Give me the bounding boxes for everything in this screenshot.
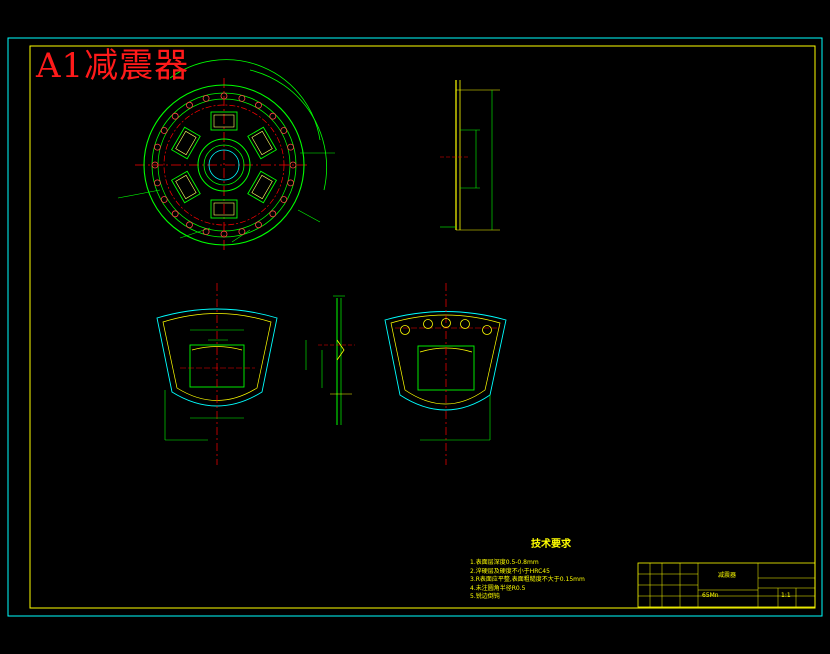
segment-front-view-left	[156, 283, 278, 465]
segment-side-profile	[305, 295, 355, 425]
title-block-material: 65Mn	[702, 592, 719, 599]
rivet-hole	[255, 101, 262, 109]
cad-drawing-canvas	[7, 37, 823, 617]
drawing-title: A1减震器	[36, 46, 190, 86]
tech-requirement-item: 5.锐边倒钝	[470, 593, 500, 600]
rivet-hole	[280, 127, 288, 134]
rivet-hole	[287, 143, 295, 151]
rivet-hole	[160, 127, 168, 134]
rivet-hole	[186, 101, 193, 109]
segment-hole	[423, 319, 433, 329]
rivet-hole	[186, 221, 193, 229]
rivet-hole	[280, 196, 288, 203]
title-block-part-name: 减震器	[718, 572, 737, 579]
rivet-hole	[238, 228, 246, 236]
rivet-hole	[153, 143, 161, 151]
rivet-hole	[160, 196, 168, 203]
segment-hole	[460, 319, 470, 329]
rivet-hole	[171, 210, 179, 218]
tech-requirements-list: 1.表面层深度0.5-0.8mm 2.淬硬层及硬度不小于HRC45 3.R表面应…	[470, 559, 585, 602]
rivet-hole	[269, 112, 277, 120]
tech-requirement-item: 2.淬硬层及硬度不小于HRC45	[470, 567, 550, 575]
tech-requirement-item: 3.R表面应平整,表面粗糙度不大于0.15mm	[470, 576, 585, 583]
spring-window	[247, 126, 278, 160]
spring-window	[170, 126, 201, 160]
disc-side-section	[440, 80, 500, 231]
tech-requirement-item: 4.未注圆角半径R0.5	[470, 584, 526, 592]
segment-hole	[482, 325, 492, 335]
title-block-scale: 1:1	[781, 592, 791, 599]
spring-window	[247, 170, 278, 204]
spring-window	[170, 170, 201, 204]
inner-border-frame	[29, 45, 816, 609]
rivet-hole	[202, 95, 210, 102]
outer-sheet-frame	[7, 37, 823, 617]
segment-front-view-right	[384, 283, 507, 465]
rivet-hole	[171, 112, 179, 120]
rivet-hole	[238, 95, 246, 102]
rivet-hole	[269, 210, 277, 218]
segment-hole	[400, 325, 410, 335]
tech-requirements-title: 技术要求	[531, 539, 571, 550]
rivet-hole	[255, 221, 262, 229]
tech-requirement-item: 1.表面层深度0.5-0.8mm	[470, 559, 539, 566]
rivet-hole	[287, 179, 295, 187]
disc-plan-view	[117, 59, 335, 250]
rivet-hole	[153, 179, 161, 187]
